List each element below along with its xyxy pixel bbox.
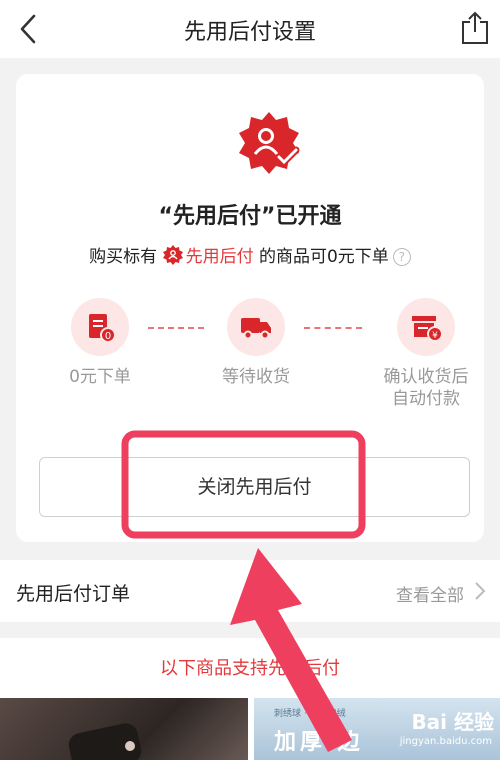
share-icon[interactable] bbox=[460, 10, 490, 46]
page-title: 先用后付设置 bbox=[183, 20, 316, 45]
desc-suffix: 的商品可0元下单 bbox=[258, 247, 389, 267]
step-connector bbox=[304, 327, 362, 329]
desc-highlight: 先用后付 bbox=[185, 247, 254, 267]
step-wait-receipt: 等待收货 bbox=[196, 298, 316, 388]
product-thumbnail[interactable] bbox=[0, 698, 248, 760]
mini-badge-icon bbox=[162, 245, 183, 265]
truck-icon bbox=[241, 318, 271, 340]
view-all-link[interactable]: 查看全部 bbox=[396, 581, 464, 606]
order-doc-icon: 0 bbox=[89, 314, 116, 343]
step-label: 确认收货后自动付款 bbox=[383, 367, 469, 409]
product-image bbox=[68, 723, 142, 760]
supported-products-section: 以下商品支持先用后付 刺绣球 · 深度加绒 加厚 边 Bai 经验 jingya… bbox=[0, 638, 500, 760]
product-title: 加厚 边 bbox=[274, 730, 364, 755]
supported-products-title: 以下商品支持先用后付 bbox=[160, 658, 340, 679]
svg-text:¥: ¥ bbox=[432, 331, 438, 341]
desc-prefix: 购买标有 bbox=[89, 247, 158, 267]
nav-bar: 先用后付设置 bbox=[0, 0, 500, 58]
enabled-title: “先用后付”已开通 bbox=[158, 204, 342, 229]
watermark-url: jingyan.baidu.com bbox=[399, 736, 492, 747]
close-pay-later-button[interactable]: 关闭先用后付 bbox=[39, 457, 470, 517]
feature-description: 购买标有 先用后付 的商品可0元下单? bbox=[16, 242, 484, 267]
settings-card: “先用后付”已开通 购买标有 先用后付 的商品可0元下单? 0 0元下单 等待收… bbox=[16, 74, 484, 542]
pay-later-orders-row[interactable]: 先用后付订单 查看全部 bbox=[0, 560, 500, 622]
step-label: 等待收货 bbox=[222, 367, 290, 387]
product-subtitle: 刺绣球 · 深度加绒 bbox=[274, 709, 346, 719]
help-icon[interactable]: ? bbox=[392, 248, 411, 266]
step-auto-pay: ¥ 确认收货后自动付款 bbox=[366, 298, 486, 410]
payment-box-icon: ¥ bbox=[412, 316, 443, 342]
pay-later-badge-icon bbox=[239, 112, 300, 174]
svg-text:0: 0 bbox=[105, 331, 111, 342]
watermark-logo: Bai 经验 bbox=[411, 710, 494, 734]
product-thumbnail[interactable]: 刺绣球 · 深度加绒 加厚 边 Bai 经验 jingyan.baidu.com bbox=[254, 698, 500, 760]
step-order: 0 0元下单 bbox=[40, 298, 160, 388]
step-label: 0元下单 bbox=[69, 367, 131, 387]
orders-label: 先用后付订单 bbox=[16, 583, 131, 605]
chevron-right-icon bbox=[475, 582, 486, 600]
